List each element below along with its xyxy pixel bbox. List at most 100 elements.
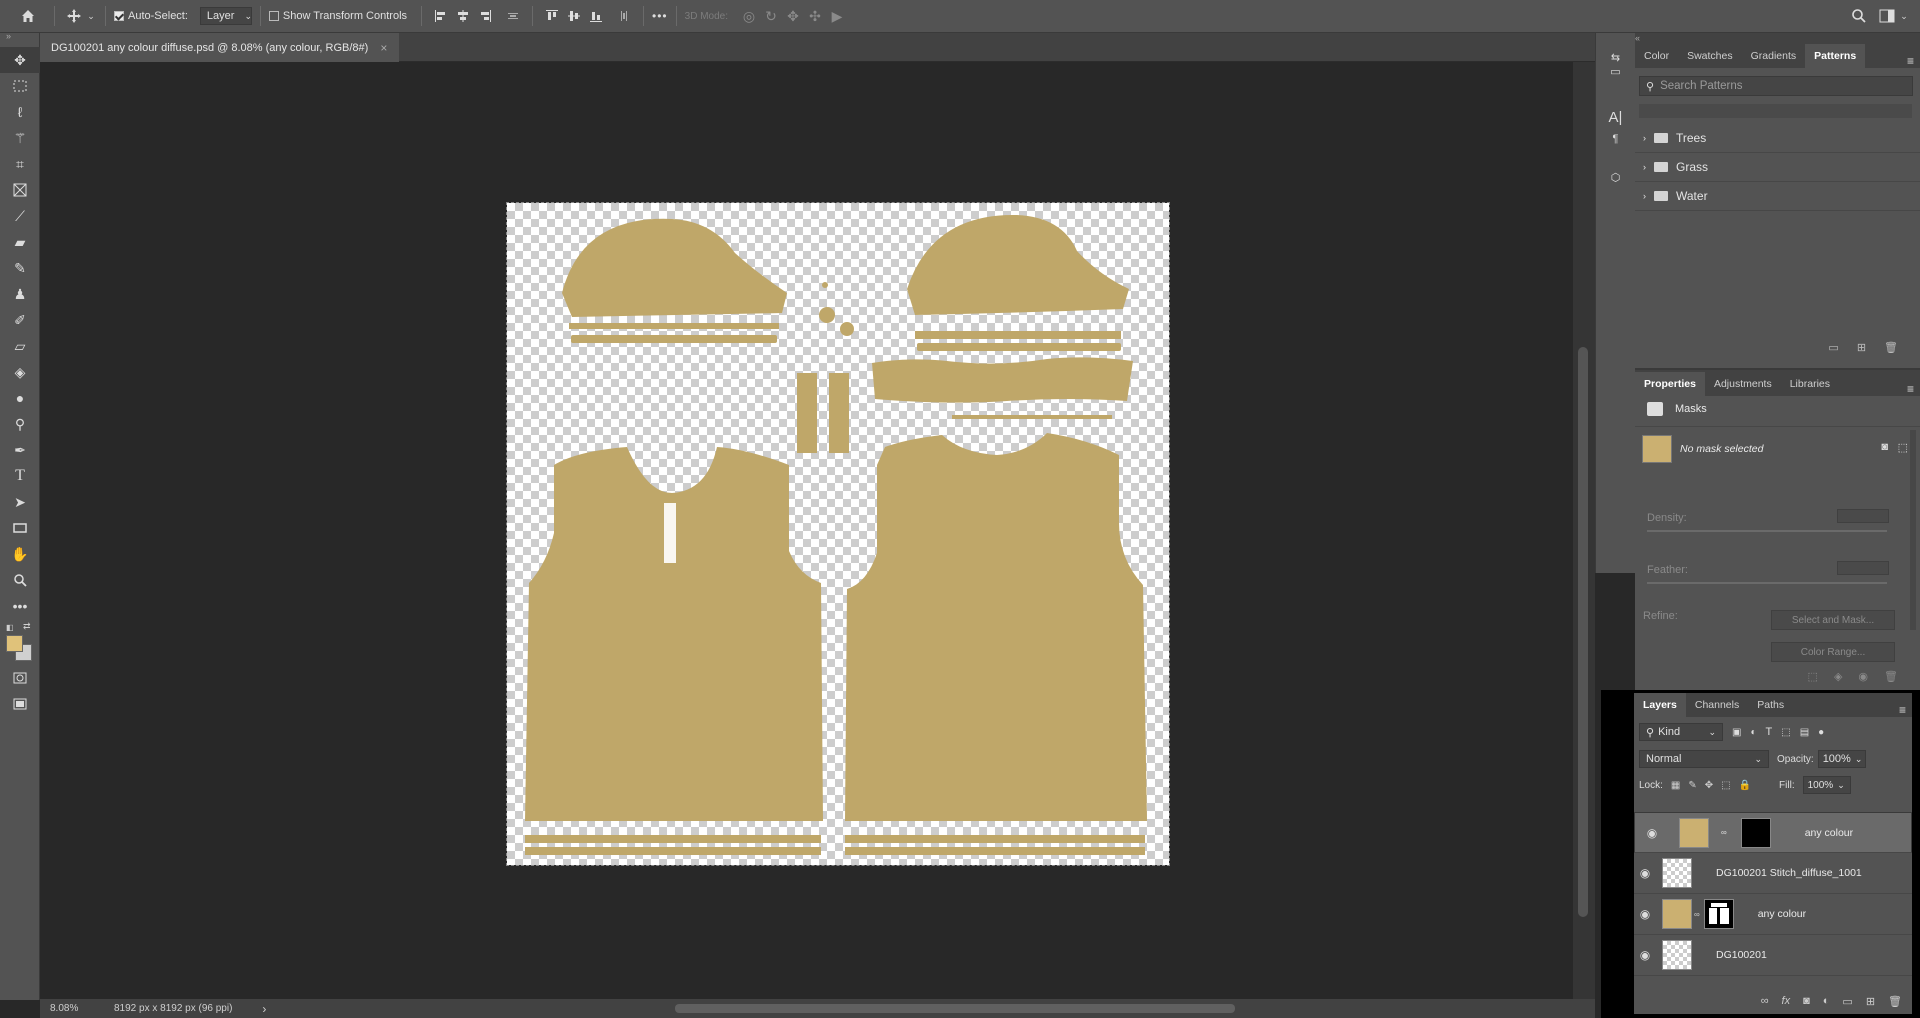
move-tool-icon[interactable] xyxy=(63,5,85,27)
tab-paths[interactable]: Paths xyxy=(1748,693,1793,717)
align-top-icon[interactable] xyxy=(541,5,563,27)
paragraph-icon[interactable]: ¶ xyxy=(1596,127,1635,155)
distribute-icon[interactable] xyxy=(502,5,524,27)
path-selection-tool[interactable]: ➤ xyxy=(0,489,40,515)
collapse-arrows-icon[interactable]: » xyxy=(0,32,39,43)
search-icon[interactable] xyxy=(1848,5,1870,27)
dodge-tool[interactable]: ⚲ xyxy=(0,411,40,437)
density-slider[interactable] xyxy=(1647,530,1887,532)
horizontal-scrollbar[interactable] xyxy=(280,999,1600,1018)
density-field[interactable] xyxy=(1837,509,1889,523)
new-layer-icon[interactable]: ⊞ xyxy=(1866,995,1875,1008)
healing-brush-tool[interactable]: ▰ xyxy=(0,229,40,255)
quick-mask-button[interactable] xyxy=(0,665,40,691)
add-mask-icon[interactable]: ◙ xyxy=(1803,995,1810,1007)
pen-tool[interactable]: ✒ xyxy=(0,437,40,463)
default-colors-icon[interactable]: ◧ xyxy=(6,623,14,632)
visibility-icon[interactable]: ◉ xyxy=(1858,670,1868,683)
eye-icon[interactable]: ◉ xyxy=(1634,907,1656,921)
tab-color[interactable]: Color xyxy=(1635,44,1678,68)
more-options-button[interactable]: ••• xyxy=(652,9,668,23)
document-canvas[interactable] xyxy=(506,202,1170,866)
distribute-vertical-icon[interactable] xyxy=(613,5,635,27)
layer-mask-thumbnail[interactable] xyxy=(1740,817,1771,848)
workspace-chevron-icon[interactable]: ⌄ xyxy=(1898,5,1910,27)
tab-patterns[interactable]: Patterns xyxy=(1805,44,1866,68)
marquee-tool[interactable] xyxy=(0,73,40,99)
lock-position-icon[interactable]: ✥ xyxy=(1705,780,1713,791)
color-range-button[interactable]: Color Range... xyxy=(1771,642,1895,662)
tab-properties[interactable]: Properties xyxy=(1635,372,1705,396)
lasso-tool[interactable]: ℓ xyxy=(0,99,40,125)
new-group-icon[interactable]: ▭ xyxy=(1828,341,1838,363)
blend-mode-dropdown[interactable]: Normal ⌄ xyxy=(1639,750,1769,768)
rectangle-tool[interactable] xyxy=(0,515,40,541)
eyedropper-tool[interactable]: ⟋ xyxy=(0,203,40,229)
workspace-icon[interactable] xyxy=(1876,5,1898,27)
tab-layers[interactable]: Layers xyxy=(1634,693,1686,717)
history-icon[interactable]: ⇆ xyxy=(1596,33,1635,64)
filter-type-icon[interactable]: T xyxy=(1766,726,1773,738)
foreground-color-swatch[interactable] xyxy=(6,635,23,652)
trash-icon[interactable]: 🗑 xyxy=(1884,670,1898,683)
lock-artboard-icon[interactable]: ⬚ xyxy=(1721,780,1730,791)
folder-trees[interactable]: › Trees xyxy=(1635,124,1920,153)
folder-water[interactable]: › Water xyxy=(1635,182,1920,211)
close-icon[interactable]: × xyxy=(380,41,387,55)
adjustment-layer-icon[interactable]: ◐ xyxy=(1823,995,1830,1007)
screen-mode-button[interactable] xyxy=(0,691,40,717)
filter-toggle-icon[interactable]: ● xyxy=(1818,727,1824,738)
tab-gradients[interactable]: Gradients xyxy=(1742,44,1806,68)
new-pattern-icon[interactable]: ⊞ xyxy=(1857,341,1866,363)
add-pixel-mask-icon[interactable]: ◙ xyxy=(1881,441,1888,453)
filter-adjustment-icon[interactable]: ◐ xyxy=(1750,727,1756,738)
roll-3d-icon[interactable]: ↻ xyxy=(760,5,782,27)
type-tool[interactable]: T xyxy=(0,463,40,489)
feather-field[interactable] xyxy=(1837,561,1889,575)
history-brush-tool[interactable]: ✐ xyxy=(0,307,40,333)
fx-icon[interactable]: fx xyxy=(1782,995,1791,1007)
orbit-3d-icon[interactable]: ◎ xyxy=(738,5,760,27)
character-icon[interactable]: A| xyxy=(1596,87,1635,127)
tab-swatches[interactable]: Swatches xyxy=(1678,44,1742,68)
horizontal-scroll-thumb[interactable] xyxy=(675,1004,1235,1013)
layer-mask-thumbnail[interactable] xyxy=(1703,899,1734,929)
document-tab[interactable]: DG100201 any colour diffuse.psd @ 8.08% … xyxy=(40,33,400,62)
chevron-right-icon[interactable]: › xyxy=(1643,191,1646,201)
lock-pixels-icon[interactable]: ✎ xyxy=(1688,780,1696,791)
tab-libraries[interactable]: Libraries xyxy=(1781,372,1839,396)
zoom-tool[interactable] xyxy=(0,567,40,593)
magic-wand-tool[interactable]: ⚚ xyxy=(0,125,40,151)
feather-slider[interactable] xyxy=(1647,582,1887,584)
opacity-field[interactable]: 100% ⌄ xyxy=(1817,750,1866,768)
chevron-down-icon[interactable]: ⌄ xyxy=(85,5,97,27)
folder-grass[interactable]: › Grass xyxy=(1635,153,1920,182)
paint-bucket-tool[interactable]: ◈ xyxy=(0,359,40,385)
search-input[interactable]: ⚲ Search Patterns xyxy=(1639,76,1913,96)
auto-select-target-dropdown[interactable]: Layer ⌄ xyxy=(199,7,252,25)
filter-smart-object-icon[interactable]: ▤ xyxy=(1800,727,1809,738)
slide-3d-icon[interactable]: ✣ xyxy=(804,5,826,27)
layer-row[interactable]: ◉ ∞ any colour xyxy=(1634,812,1912,853)
frame-tool[interactable] xyxy=(0,177,40,203)
crop-tool[interactable]: ⌗ xyxy=(0,151,40,177)
vertical-scroll-thumb[interactable] xyxy=(1578,347,1588,917)
blur-tool[interactable]: ● xyxy=(0,385,40,411)
status-menu-arrow[interactable]: › xyxy=(262,1002,266,1016)
layer-row[interactable]: ◉ ∞ any colour xyxy=(1634,894,1912,935)
layer-row[interactable]: ◉ DG100201 Stitch_diffuse_1001 xyxy=(1634,853,1912,894)
hand-tool[interactable]: ✋ xyxy=(0,541,40,567)
chevron-right-icon[interactable]: › xyxy=(1643,133,1646,143)
align-middle-v-icon[interactable] xyxy=(563,5,585,27)
pan-3d-icon[interactable]: ✥ xyxy=(782,5,804,27)
chevron-right-icon[interactable]: › xyxy=(1643,162,1646,172)
panel-collapse-icon[interactable]: « xyxy=(1635,33,1920,44)
eye-icon[interactable]: ◉ xyxy=(1634,948,1656,962)
eraser-tool[interactable]: ▱ xyxy=(0,333,40,359)
apply-mask-icon[interactable]: ◈ xyxy=(1834,670,1842,683)
3d-cube-icon[interactable]: ⬡ xyxy=(1596,155,1635,195)
new-group-icon[interactable]: ▭ xyxy=(1842,995,1852,1008)
swap-colors-icon[interactable]: ⇄ xyxy=(23,621,31,632)
zoom-level[interactable]: 8.08% xyxy=(50,1003,106,1014)
panel-menu-icon[interactable]: ≡ xyxy=(1899,703,1906,717)
